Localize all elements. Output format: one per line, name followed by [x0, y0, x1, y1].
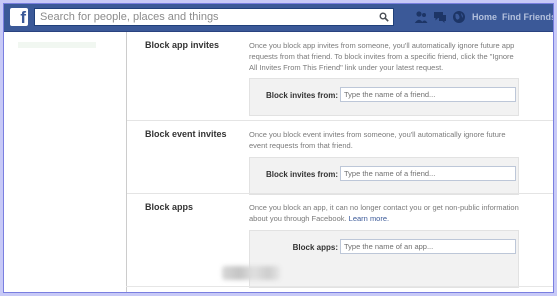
- app-name-input[interactable]: [340, 239, 516, 254]
- home-link[interactable]: Home: [472, 12, 497, 22]
- friend-requests-icon[interactable]: [414, 10, 428, 24]
- section-title: Block event invites: [145, 129, 227, 139]
- screenshot-frame: f Search for people, places and things H…: [0, 0, 557, 296]
- section-description: Once you block an app, it can no longer …: [249, 202, 519, 224]
- facebook-logo[interactable]: f: [10, 8, 28, 26]
- messages-icon[interactable]: [433, 10, 447, 24]
- find-friends-link[interactable]: Find Friends: [502, 12, 553, 22]
- block-event-invites-section: Block event invites Once you block event…: [127, 121, 553, 195]
- block-app-invites-section: Block app invites Once you block app inv…: [127, 32, 553, 118]
- friend-name-input[interactable]: [340, 166, 516, 181]
- field-label: Block apps:: [292, 243, 338, 252]
- block-invites-panel: Block invites from:: [249, 78, 519, 116]
- notifications-globe-icon[interactable]: [452, 10, 466, 24]
- learn-more-link[interactable]: Learn more.: [349, 214, 389, 223]
- search-icon: [379, 12, 389, 22]
- field-label: Block invites from:: [265, 170, 338, 179]
- section-description: Once you block event invites from someon…: [249, 130, 506, 150]
- friend-name-input[interactable]: [340, 87, 516, 102]
- field-label: Block invites from:: [265, 91, 338, 100]
- top-navigation-bar: f Search for people, places and things H…: [4, 4, 553, 32]
- left-nav-placeholder: [18, 42, 96, 48]
- blurred-blocked-app-entry: [222, 266, 280, 280]
- section-description: Once you block app invites from someone,…: [249, 41, 515, 72]
- blocking-settings: Block app invites Once you block app inv…: [126, 32, 553, 292]
- block-event-invites-panel: Block invites from:: [249, 157, 519, 195]
- search-input[interactable]: [35, 9, 370, 25]
- block-apps-panel: Block apps:: [249, 230, 519, 288]
- browser-viewport: f Search for people, places and things H…: [3, 3, 554, 293]
- section-title: Block apps: [145, 202, 194, 212]
- block-apps-section: Block apps Once you block an app, it can…: [127, 194, 553, 292]
- bottom-divider: [126, 286, 553, 287]
- search-box[interactable]: [34, 8, 394, 26]
- search-button[interactable]: [375, 9, 393, 25]
- section-title: Block app invites: [145, 40, 220, 50]
